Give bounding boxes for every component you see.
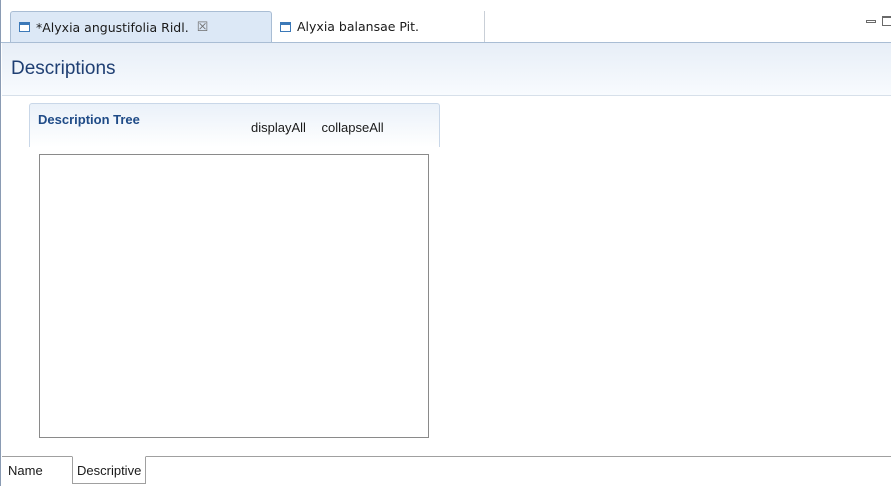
collapse-all-button[interactable]: collapseAll <box>322 120 384 135</box>
section-title: Description Tree <box>38 112 140 127</box>
editor-tab-label: Alyxia balansae Pit. <box>297 19 420 34</box>
editor-tab-strip: *Alyxia angustifolia Ridl. ☒ Alyxia bala… <box>1 0 891 42</box>
minimize-icon[interactable] <box>866 19 876 23</box>
tab-descriptive[interactable]: Descriptive <box>72 456 147 484</box>
description-tree-section: Description Tree displayAll collapseAll <box>29 103 440 147</box>
description-tree-view[interactable] <box>39 154 429 438</box>
editor-tab-alyxia-balansae[interactable]: Alyxia balansae Pit. <box>272 11 485 42</box>
view-controls <box>866 16 891 26</box>
close-icon[interactable]: ☒ <box>197 21 209 34</box>
page-tab-bar: Name Descriptive <box>2 456 891 486</box>
display-all-button[interactable]: displayAll <box>251 120 306 135</box>
tab-name[interactable]: Name <box>4 456 47 484</box>
editor-frame: *Alyxia angustifolia Ridl. ☒ Alyxia bala… <box>0 0 891 486</box>
page-title: Descriptions <box>11 58 116 79</box>
editor-tab-alyxia-angustifolia[interactable]: *Alyxia angustifolia Ridl. ☒ <box>10 11 272 42</box>
editor-window-icon <box>19 22 30 32</box>
editor-tab-label: *Alyxia angustifolia Ridl. <box>36 19 189 35</box>
section-toolbar: displayAll collapseAll <box>251 120 384 135</box>
maximize-icon[interactable] <box>882 16 891 26</box>
editor-window-icon <box>280 21 291 32</box>
form-header: Descriptions <box>2 43 891 96</box>
